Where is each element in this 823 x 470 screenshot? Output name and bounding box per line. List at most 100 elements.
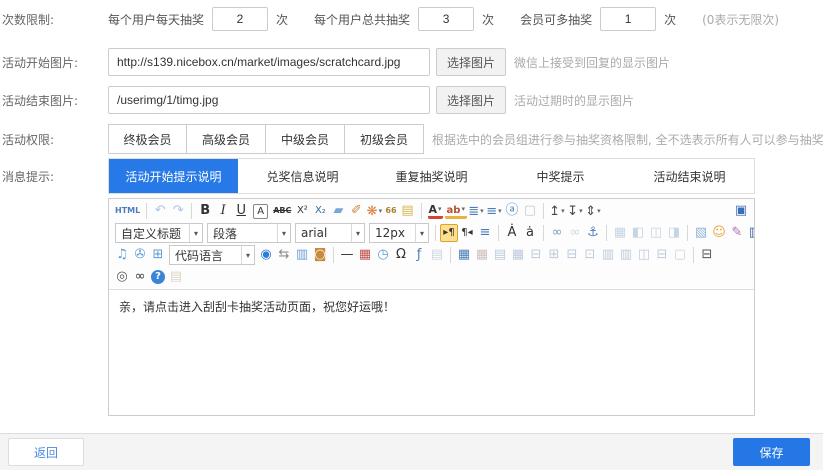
to-uppercase-icon[interactable]: Ȧ bbox=[503, 224, 521, 242]
merge-cells-icon[interactable]: ▦ bbox=[509, 246, 527, 264]
delete-table-icon[interactable]: ▦ bbox=[473, 246, 491, 264]
scrawl-icon[interactable]: ✎ bbox=[728, 224, 746, 242]
code-language-select[interactable]: 代码语言▾ bbox=[169, 245, 255, 265]
member-extra-draw-input[interactable] bbox=[600, 7, 656, 31]
font-family-select[interactable]: arial▾ bbox=[295, 223, 365, 243]
start-image-url-input[interactable] bbox=[108, 48, 430, 76]
row-spacing-top-icon[interactable]: ↥▾ bbox=[548, 202, 566, 220]
font-color-icon[interactable]: A▾ bbox=[428, 203, 443, 219]
merge-right-icon[interactable]: ◫ bbox=[635, 246, 653, 264]
font-border-icon[interactable]: A bbox=[253, 204, 268, 219]
end-image-row: 活动结束图片: 选择图片 活动过期时的显示图片 bbox=[0, 86, 823, 114]
page-break-icon[interactable]: ⇆ bbox=[275, 246, 293, 264]
image-align-none-icon[interactable]: ▦ bbox=[611, 224, 629, 242]
bold-icon[interactable]: B bbox=[196, 202, 214, 220]
member-level-button[interactable]: 终极会员 bbox=[108, 124, 187, 154]
print-icon[interactable]: ⊟ bbox=[698, 246, 716, 264]
blank-doc-icon[interactable]: ▢ bbox=[521, 202, 539, 220]
end-image-pick-button[interactable]: 选择图片 bbox=[436, 86, 506, 114]
unordered-list-icon[interactable]: ≡▾ bbox=[485, 202, 503, 220]
file-upload-icon[interactable]: ▤ bbox=[428, 246, 446, 264]
anchor-mark-icon[interactable]: ⓐ bbox=[503, 202, 521, 220]
template-icon[interactable]: ▥ bbox=[293, 246, 311, 264]
format-painter-icon[interactable]: ✐ bbox=[347, 202, 365, 220]
member-level-button[interactable]: 中级会员 bbox=[266, 124, 345, 154]
message-tab-2[interactable]: 重复抽奖说明 bbox=[367, 159, 496, 193]
unlink-icon[interactable]: ∞ bbox=[566, 224, 584, 242]
html-source-icon[interactable]: HTML bbox=[113, 202, 142, 220]
map-icon[interactable]: ◉ bbox=[257, 246, 275, 264]
special-chars-icon[interactable]: Ω bbox=[392, 246, 410, 264]
delete-row-icon[interactable]: ⊟ bbox=[563, 246, 581, 264]
remove-format-icon[interactable]: ▰ bbox=[329, 202, 347, 220]
delete-col-icon[interactable]: ⊡ bbox=[581, 246, 599, 264]
snapshot-icon[interactable]: ◙ bbox=[311, 246, 329, 264]
ordered-list-icon[interactable]: ≣▾ bbox=[467, 202, 485, 220]
to-lowercase-icon[interactable]: ȧ bbox=[521, 224, 539, 242]
back-button[interactable]: 返回 bbox=[8, 438, 84, 466]
horizontal-rule-icon[interactable]: — bbox=[338, 246, 356, 264]
anchor-icon[interactable]: ⚓ bbox=[584, 224, 602, 242]
search-replace-icon[interactable]: ∞ bbox=[131, 268, 149, 286]
insert-time-icon[interactable]: ◷ bbox=[374, 246, 392, 264]
link-icon[interactable]: ∞ bbox=[548, 224, 566, 242]
insert-table-icon[interactable]: ▦ bbox=[455, 246, 473, 264]
message-tab-0[interactable]: 活动开始提示说明 bbox=[109, 159, 238, 193]
direction-ltr-icon[interactable]: ▸¶ bbox=[440, 224, 458, 242]
insert-frame-icon[interactable]: ⊞ bbox=[149, 246, 167, 264]
paragraph-format-icon[interactable]: ≡ bbox=[476, 224, 494, 242]
toolbar-separator bbox=[498, 225, 499, 241]
total-draw-limit-input[interactable] bbox=[418, 7, 474, 31]
merge-down-icon[interactable]: ⊟ bbox=[653, 246, 671, 264]
paste-table-icon[interactable]: ▤ bbox=[399, 202, 417, 220]
fullscreen-icon[interactable]: ▣ bbox=[732, 202, 750, 220]
daily-draw-limit-input[interactable] bbox=[212, 7, 268, 31]
strikethrough-icon[interactable]: ABC bbox=[271, 202, 293, 220]
member-level-button[interactable]: 高级会员 bbox=[187, 124, 266, 154]
blockquote-icon[interactable]: 66 bbox=[383, 202, 398, 220]
insert-date-icon[interactable]: ▦ bbox=[356, 246, 374, 264]
preview-icon[interactable]: ◎ bbox=[113, 268, 131, 286]
editor-content[interactable]: 亲，请点击进入刮刮卡抽奖活动页面，祝您好运哦！ bbox=[109, 290, 754, 415]
table-title-icon[interactable]: ▤ bbox=[491, 246, 509, 264]
message-tab-4[interactable]: 活动结束说明 bbox=[625, 159, 754, 193]
emotion-icon[interactable]: ☺ bbox=[710, 224, 728, 242]
insert-formula-icon[interactable]: ƒ bbox=[410, 246, 428, 264]
image-align-left-icon[interactable]: ◧ bbox=[629, 224, 647, 242]
custom-title-select[interactable]: 自定义标题▾ bbox=[115, 223, 203, 243]
insert-image-icon[interactable]: ▧ bbox=[692, 224, 710, 242]
start-image-pick-button[interactable]: 选择图片 bbox=[436, 48, 506, 76]
save-button[interactable]: 保存 bbox=[733, 438, 810, 466]
music-icon[interactable]: ♫ bbox=[113, 246, 131, 264]
attachment-icon[interactable]: ✇ bbox=[131, 246, 149, 264]
undo-icon[interactable]: ↶ bbox=[151, 202, 169, 220]
direction-rtl-icon[interactable]: ¶◂ bbox=[458, 224, 476, 242]
row-spacing-bottom-icon[interactable]: ↧▾ bbox=[566, 202, 584, 220]
subscript-icon[interactable]: X₂ bbox=[311, 202, 329, 220]
end-image-url-input[interactable] bbox=[108, 86, 430, 114]
message-tab-3[interactable]: 中奖提示 bbox=[496, 159, 625, 193]
font-size-select[interactable]: 12px▾ bbox=[369, 223, 429, 243]
split-to-cols-icon[interactable]: ▥ bbox=[617, 246, 635, 264]
auto-typeset-icon[interactable]: ❋▾ bbox=[365, 202, 383, 220]
superscript-icon[interactable]: X² bbox=[293, 202, 311, 220]
message-tab-1[interactable]: 兑奖信息说明 bbox=[238, 159, 367, 193]
image-align-center-icon[interactable]: ◫ bbox=[647, 224, 665, 242]
new-doc-icon[interactable]: ▢ bbox=[671, 246, 689, 264]
italic-icon[interactable]: I bbox=[214, 202, 232, 220]
line-height-icon[interactable]: ⇕▾ bbox=[584, 202, 602, 220]
redo-icon[interactable]: ↷ bbox=[169, 202, 187, 220]
paragraph-select[interactable]: 段落▾ bbox=[207, 223, 291, 243]
insert-row-icon[interactable]: ⊟ bbox=[527, 246, 545, 264]
member-level-button[interactable]: 初级会员 bbox=[345, 124, 424, 154]
start-image-hint: 微信上接受到回复的显示图片 bbox=[514, 54, 670, 71]
image-align-right-icon[interactable]: ◨ bbox=[665, 224, 683, 242]
insert-video-icon[interactable]: ▥ bbox=[746, 224, 754, 242]
back-color-icon[interactable]: ab▾ bbox=[445, 203, 467, 219]
underline-icon[interactable]: U bbox=[232, 202, 250, 220]
paste-icon[interactable]: ▤ bbox=[167, 268, 185, 286]
insert-col-icon[interactable]: ⊞ bbox=[545, 246, 563, 264]
split-to-rows-icon[interactable]: ▥ bbox=[599, 246, 617, 264]
help-icon[interactable]: ? bbox=[151, 270, 165, 284]
end-image-controls: 选择图片 活动过期时的显示图片 bbox=[108, 86, 634, 114]
